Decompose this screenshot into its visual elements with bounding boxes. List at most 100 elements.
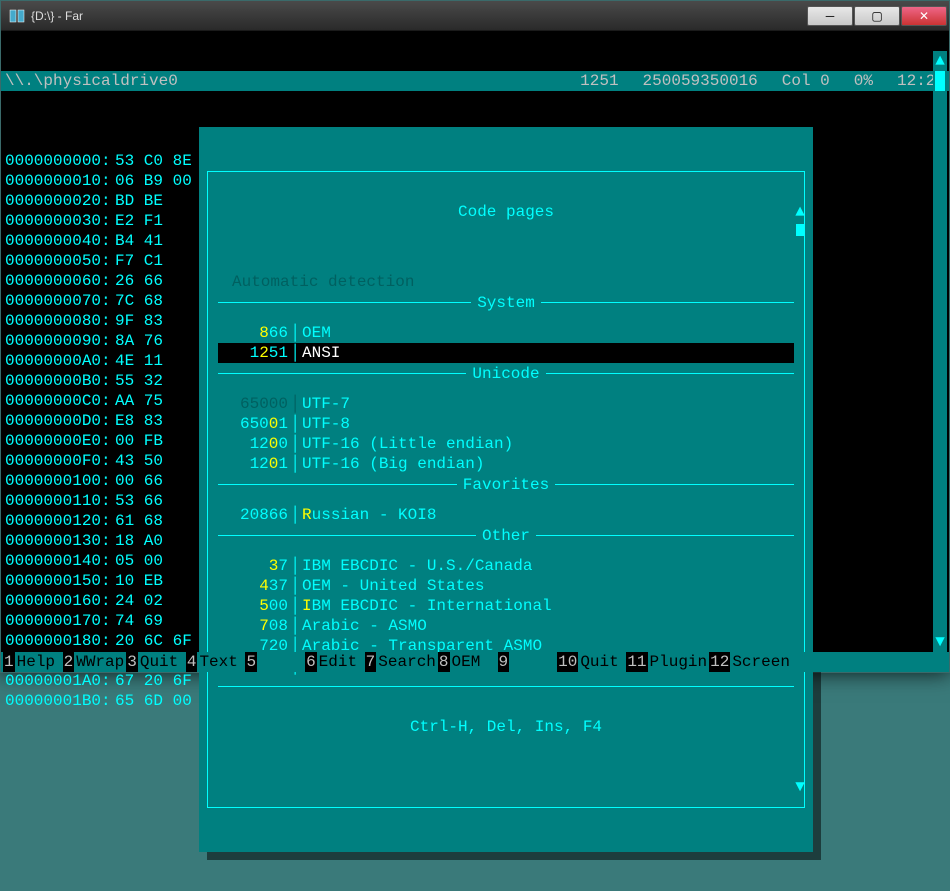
hex-address: 0000000170: <box>5 611 115 631</box>
fkey-label <box>509 652 557 672</box>
app-icon <box>9 8 25 24</box>
codepage-item[interactable]: 437│OEM - United States <box>218 576 794 596</box>
codepage-name: IBM EBCDIC - U.S./Canada <box>302 556 794 576</box>
fkey-number: 3 <box>126 652 138 672</box>
hex-address: 00000000E0: <box>5 431 115 451</box>
hex-address: 0000000140: <box>5 551 115 571</box>
fkey-label: Edit <box>317 652 365 672</box>
viewer-status-bar: \\.\physicaldrive0 1251 250059350016 Col… <box>1 71 949 91</box>
fkey-7[interactable]: 7Search <box>365 652 438 672</box>
codepage-item[interactable]: 1200│UTF-16 (Little endian) <box>218 434 794 454</box>
auto-detect-item[interactable]: Automatic detection <box>218 272 794 292</box>
hex-address: 0000000010: <box>5 171 115 191</box>
dialog-scroll-up-icon[interactable]: ▲ <box>795 202 805 222</box>
hex-address: 0000000000: <box>5 151 115 171</box>
codepage-number: 437 <box>218 576 288 596</box>
status-col: Col 0 <box>782 71 830 91</box>
codepage-name: IBM EBCDIC - International <box>302 596 794 616</box>
codepage-number: 708 <box>218 616 288 636</box>
maximize-button[interactable]: ▢ <box>854 6 900 26</box>
fkey-11[interactable]: 11Plugin <box>626 652 709 672</box>
codepage-name: UTF-16 (Big endian) <box>302 454 794 474</box>
fkey-5[interactable]: 5 <box>245 652 305 672</box>
hex-address: 0000000050: <box>5 251 115 271</box>
hex-address: 0000000030: <box>5 211 115 231</box>
fkey-label <box>257 652 305 672</box>
fkey-1[interactable]: 1Help <box>3 652 63 672</box>
codepage-name: Arabic - ASMO <box>302 616 794 636</box>
fkey-number: 2 <box>63 652 75 672</box>
codepage-item[interactable]: 20866│Russian - KOI8 <box>218 505 794 525</box>
dialog-scroll-thumb[interactable] <box>796 224 804 236</box>
hex-address: 0000000150: <box>5 571 115 591</box>
hex-address: 00000000C0: <box>5 391 115 411</box>
hex-address: 0000000130: <box>5 531 115 551</box>
fkey-6[interactable]: 6Edit <box>305 652 365 672</box>
hex-address: 00000000D0: <box>5 411 115 431</box>
fkey-10[interactable]: 10Quit <box>557 652 626 672</box>
fkey-number: 4 <box>186 652 198 672</box>
fkey-number: 1 <box>3 652 15 672</box>
codepage-item[interactable]: 866│OEM <box>218 323 794 343</box>
scroll-thumb[interactable] <box>935 71 945 91</box>
codepage-name: UTF-8 <box>302 414 794 434</box>
fkey-number: 7 <box>365 652 377 672</box>
fkey-label: Help <box>15 652 63 672</box>
hex-address: 0000000070: <box>5 291 115 311</box>
codepage-item[interactable]: 500│IBM EBCDIC - International <box>218 596 794 616</box>
fkey-number: 5 <box>245 652 257 672</box>
scroll-up-icon[interactable]: ▲ <box>935 51 945 71</box>
fkey-label: Screen <box>730 652 792 672</box>
fkey-number: 11 <box>626 652 647 672</box>
item-separator: │ <box>288 505 302 525</box>
hex-address: 00000000F0: <box>5 451 115 471</box>
fkey-number: 12 <box>709 652 730 672</box>
fkey-8[interactable]: 8OEM <box>438 652 498 672</box>
scroll-down-icon[interactable]: ▼ <box>935 632 945 652</box>
dialog-footer-text: Ctrl-H, Del, Ins, F4 <box>404 718 608 736</box>
codepage-dialog: Code pages Automatic detectionSystem866│… <box>199 127 813 852</box>
codepage-item[interactable]: 1201│UTF-16 (Big endian) <box>218 454 794 474</box>
status-codepage: 1251 <box>580 71 618 91</box>
fkey-2[interactable]: 2WWrap <box>63 652 127 672</box>
item-separator: │ <box>288 596 302 616</box>
codepage-item[interactable]: 65001│UTF-8 <box>218 414 794 434</box>
section-title: Other <box>218 536 794 556</box>
hex-address: 00000001B0: <box>5 691 115 711</box>
hex-address: 0000000120: <box>5 511 115 531</box>
window-titlebar[interactable]: {D:\} - Far ─ ▢ ✕ <box>1 1 949 31</box>
fkey-3[interactable]: 3Quit <box>126 652 186 672</box>
status-percent: 0% <box>854 71 873 91</box>
fkey-label: OEM <box>450 652 498 672</box>
fkey-9[interactable]: 9 <box>498 652 558 672</box>
codepage-number: 20866 <box>218 505 288 525</box>
item-separator: │ <box>288 394 302 414</box>
codepage-number: 500 <box>218 596 288 616</box>
dialog-scrollbar[interactable]: ▲ ▼ <box>795 202 805 797</box>
codepage-number: 866 <box>218 323 288 343</box>
fkey-label: WWrap <box>74 652 126 672</box>
dialog-title-bar: Code pages <box>208 212 804 232</box>
fkey-4[interactable]: 4Text <box>186 652 246 672</box>
console-area: \\.\physicaldrive0 1251 250059350016 Col… <box>1 31 949 672</box>
codepage-item[interactable]: 1251│ANSI <box>218 343 794 363</box>
codepage-item[interactable]: 37│IBM EBCDIC - U.S./Canada <box>218 556 794 576</box>
dialog-scroll-down-icon[interactable]: ▼ <box>795 777 805 797</box>
section-title: System <box>218 303 794 323</box>
codepage-name: OEM - United States <box>302 576 794 596</box>
codepage-item[interactable]: 708│Arabic - ASMO <box>218 616 794 636</box>
fkey-12[interactable]: 12Screen <box>709 652 792 672</box>
hex-address: 0000000060: <box>5 271 115 291</box>
minimize-button[interactable]: ─ <box>807 6 853 26</box>
dialog-footer: Ctrl-H, Del, Ins, F4 <box>208 727 804 747</box>
dialog-title: Code pages <box>452 203 560 221</box>
fkey-number: 9 <box>498 652 510 672</box>
item-separator: │ <box>288 343 302 363</box>
fkey-label: Quit <box>138 652 186 672</box>
fkey-number: 10 <box>557 652 578 672</box>
close-button[interactable]: ✕ <box>901 6 947 26</box>
codepage-number: 1201 <box>218 454 288 474</box>
hex-address: 0000000110: <box>5 491 115 511</box>
viewer-scrollbar[interactable]: ▲ ▼ <box>933 51 947 652</box>
codepage-item: 65000│UTF-7 <box>218 394 794 414</box>
